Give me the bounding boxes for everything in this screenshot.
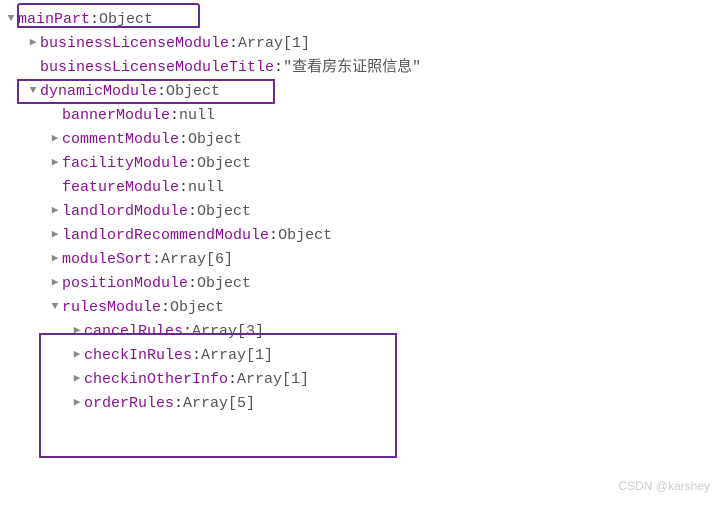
colon: : (183, 320, 192, 344)
tree-row: ▶landlordModule: Object (4, 200, 714, 224)
colon: : (179, 128, 188, 152)
object-tree: ▼mainPart: Object▶businessLicenseModule:… (4, 8, 714, 416)
colon: : (179, 176, 188, 200)
tree-row: ▶positionModule: Object (4, 272, 714, 296)
property-key[interactable]: featureModule (62, 176, 179, 200)
tree-row: ▶featureModule: null (4, 176, 714, 200)
property-value: Array[3] (192, 320, 264, 344)
property-key[interactable]: orderRules (84, 392, 174, 416)
property-value: Object (166, 80, 220, 104)
collapse-toggle-icon[interactable]: ▶ (48, 155, 62, 173)
property-value: Object (197, 272, 251, 296)
collapse-toggle-icon[interactable]: ▶ (70, 395, 84, 413)
property-value: Array[1] (237, 368, 309, 392)
property-key[interactable]: businessLicenseModule (40, 32, 229, 56)
collapse-toggle-icon[interactable]: ▶ (70, 371, 84, 389)
tree-row: ▶businessLicenseModuleTitle: "查看房东证照信息" (4, 56, 714, 80)
tree-row: ▶businessLicenseModule: Array[1] (4, 32, 714, 56)
tree-row: ▶facilityModule: Object (4, 152, 714, 176)
property-key[interactable]: positionModule (62, 272, 188, 296)
property-value: Array[6] (161, 248, 233, 272)
tree-row: ▼rulesModule: Object (4, 296, 714, 320)
tree-row: ▶checkInRules: Array[1] (4, 344, 714, 368)
collapse-toggle-icon[interactable]: ▶ (48, 203, 62, 221)
property-key[interactable]: landlordModule (62, 200, 188, 224)
collapse-toggle-icon[interactable]: ▶ (70, 323, 84, 341)
collapse-toggle-icon[interactable]: ▶ (48, 131, 62, 149)
collapse-toggle-icon[interactable]: ▶ (48, 251, 62, 269)
collapse-toggle-icon[interactable]: ▶ (48, 227, 62, 245)
collapse-toggle-icon[interactable]: ▶ (70, 347, 84, 365)
colon: : (274, 56, 283, 80)
expand-toggle-icon[interactable]: ▼ (26, 83, 40, 101)
expand-toggle-icon[interactable]: ▼ (48, 299, 62, 317)
property-value: null (188, 176, 224, 200)
colon: : (170, 104, 179, 128)
property-key[interactable]: moduleSort (62, 248, 152, 272)
property-key[interactable]: dynamicModule (40, 80, 157, 104)
tree-row: ▶bannerModule: null (4, 104, 714, 128)
colon: : (157, 80, 166, 104)
colon: : (228, 368, 237, 392)
tree-row: ▶moduleSort: Array[6] (4, 248, 714, 272)
tree-row: ▶commentModule: Object (4, 128, 714, 152)
property-key[interactable]: rulesModule (62, 296, 161, 320)
collapse-toggle-icon[interactable]: ▶ (48, 275, 62, 293)
property-key[interactable]: checkInRules (84, 344, 192, 368)
property-value: Object (278, 224, 332, 248)
property-key[interactable]: checkinOtherInfo (84, 368, 228, 392)
colon: : (269, 224, 278, 248)
property-key[interactable]: mainPart (18, 8, 90, 32)
tree-row: ▶checkinOtherInfo: Array[1] (4, 368, 714, 392)
colon: : (192, 344, 201, 368)
property-key[interactable]: businessLicenseModuleTitle (40, 56, 274, 80)
property-value: Object (170, 296, 224, 320)
property-value: Object (188, 128, 242, 152)
tree-row: ▶landlordRecommendModule: Object (4, 224, 714, 248)
property-key[interactable]: bannerModule (62, 104, 170, 128)
colon: : (174, 392, 183, 416)
watermark: CSDN @karshey (618, 477, 710, 496)
colon: : (188, 152, 197, 176)
property-value: Object (197, 152, 251, 176)
colon: : (188, 200, 197, 224)
property-value: Object (99, 8, 153, 32)
expand-toggle-icon[interactable]: ▼ (4, 11, 18, 29)
property-key[interactable]: landlordRecommendModule (62, 224, 269, 248)
property-value: "查看房东证照信息" (283, 56, 421, 80)
collapse-toggle-icon[interactable]: ▶ (26, 35, 40, 53)
tree-row: ▶cancelRules: Array[3] (4, 320, 714, 344)
colon: : (152, 248, 161, 272)
property-key[interactable]: cancelRules (84, 320, 183, 344)
property-value: Array[1] (201, 344, 273, 368)
tree-row: ▶orderRules: Array[5] (4, 392, 714, 416)
colon: : (229, 32, 238, 56)
colon: : (188, 272, 197, 296)
tree-row: ▼mainPart: Object (4, 8, 714, 32)
tree-row: ▼dynamicModule: Object (4, 80, 714, 104)
property-value: null (179, 104, 215, 128)
property-value: Object (197, 200, 251, 224)
property-key[interactable]: commentModule (62, 128, 179, 152)
colon: : (90, 8, 99, 32)
property-key[interactable]: facilityModule (62, 152, 188, 176)
colon: : (161, 296, 170, 320)
property-value: Array[1] (238, 32, 310, 56)
property-value: Array[5] (183, 392, 255, 416)
